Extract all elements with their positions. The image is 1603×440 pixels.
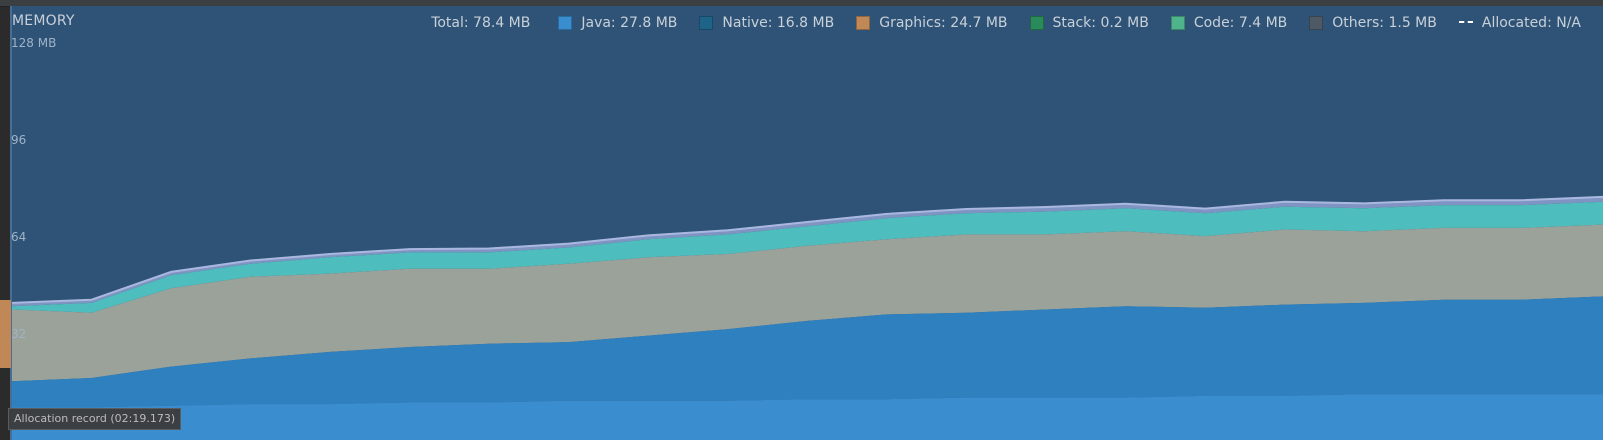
- legend-allocated-swatch: [1458, 20, 1473, 26]
- memory-chart: [0, 195, 1603, 440]
- legend-native[interactable]: Native: 16.8 MB: [699, 15, 834, 31]
- y-tick-64: 64: [11, 230, 27, 244]
- legend-others-swatch: [1309, 16, 1324, 30]
- legend-native-swatch: [699, 16, 714, 30]
- graphics-left-strip: [0, 300, 11, 368]
- memory-legend: Total: 78.4 MB Java: 27.8 MB Native: 16.…: [431, 13, 1603, 33]
- legend-total: Total: 78.4 MB: [431, 15, 531, 31]
- legend-java[interactable]: Java: 27.8 MB: [558, 15, 677, 31]
- memory-title: MEMORY: [12, 13, 75, 29]
- legend-allocated[interactable]: Allocated: N/A: [1458, 15, 1581, 31]
- legend-stack-swatch: [1029, 16, 1044, 30]
- legend-others-label: Others: 1.5 MB: [1332, 15, 1437, 31]
- legend-code-swatch: [1170, 16, 1185, 30]
- allocation-record-tooltip: Allocation record (02:19.173): [8, 408, 182, 430]
- legend-graphics-swatch: [856, 16, 871, 30]
- legend-code-label: Code: 7.4 MB: [1193, 15, 1288, 31]
- legend-graphics-label: Graphics: 24.7 MB: [879, 15, 1008, 31]
- legend-stack-label: Stack: 0.2 MB: [1052, 15, 1149, 31]
- y-tick-32: 32: [11, 327, 27, 341]
- legend-graphics[interactable]: Graphics: 24.7 MB: [856, 15, 1008, 31]
- legend-others[interactable]: Others: 1.5 MB: [1309, 15, 1437, 31]
- legend-java-label: Java: 27.8 MB: [581, 15, 678, 31]
- y-tick-96: 96: [11, 133, 27, 147]
- legend-java-swatch: [558, 16, 573, 30]
- legend-native-label: Native: 16.8 MB: [722, 15, 835, 31]
- legend-code[interactable]: Code: 7.4 MB: [1170, 15, 1288, 31]
- y-tick-128: 128 MB: [11, 36, 57, 50]
- legend-stack[interactable]: Stack: 0.2 MB: [1029, 15, 1149, 31]
- legend-allocated-label: Allocated: N/A: [1481, 15, 1581, 31]
